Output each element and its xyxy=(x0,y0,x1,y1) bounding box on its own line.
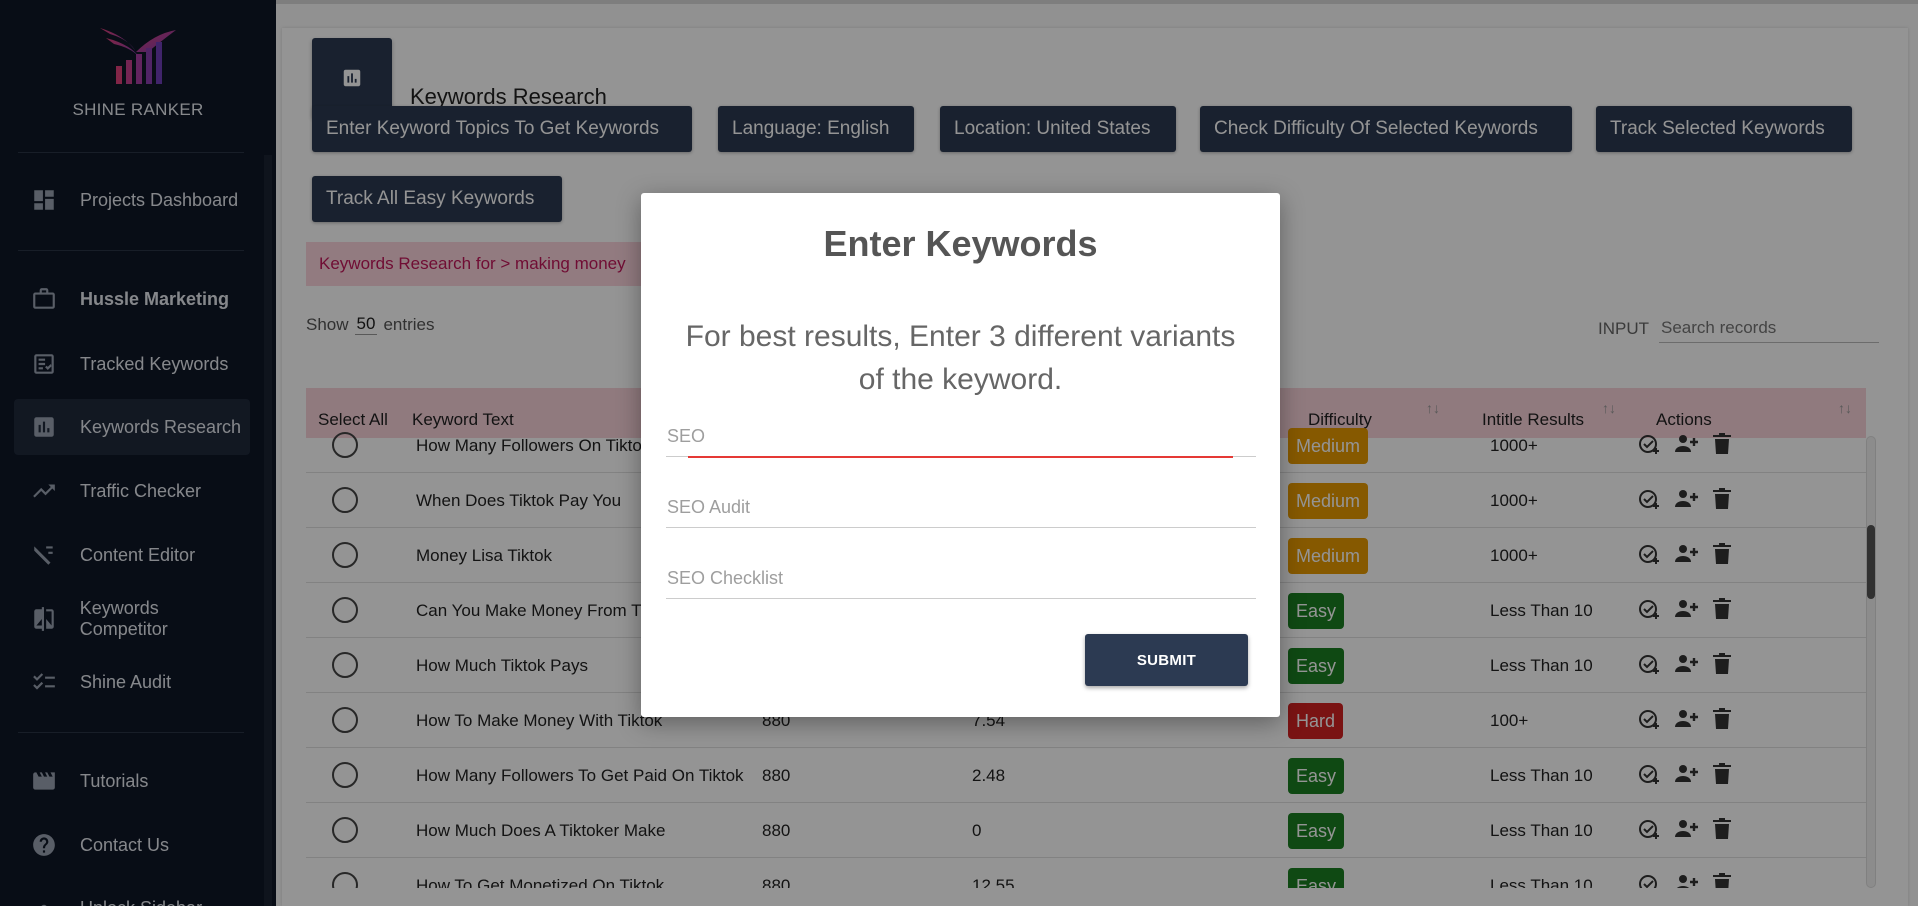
submit-button[interactable]: SUBMIT xyxy=(1085,634,1248,686)
input-focus-underline xyxy=(688,456,1233,458)
keyword-variant-2-input[interactable] xyxy=(666,488,1256,528)
enter-keywords-modal: Enter Keywords For best results, Enter 3… xyxy=(641,193,1280,717)
keyword-variant-3-input[interactable] xyxy=(666,559,1256,599)
modal-subtitle: For best results, Enter 3 different vari… xyxy=(685,320,1236,396)
keyword-variant-1-input[interactable] xyxy=(666,417,1256,457)
modal-title: Enter Keywords xyxy=(823,223,1098,264)
